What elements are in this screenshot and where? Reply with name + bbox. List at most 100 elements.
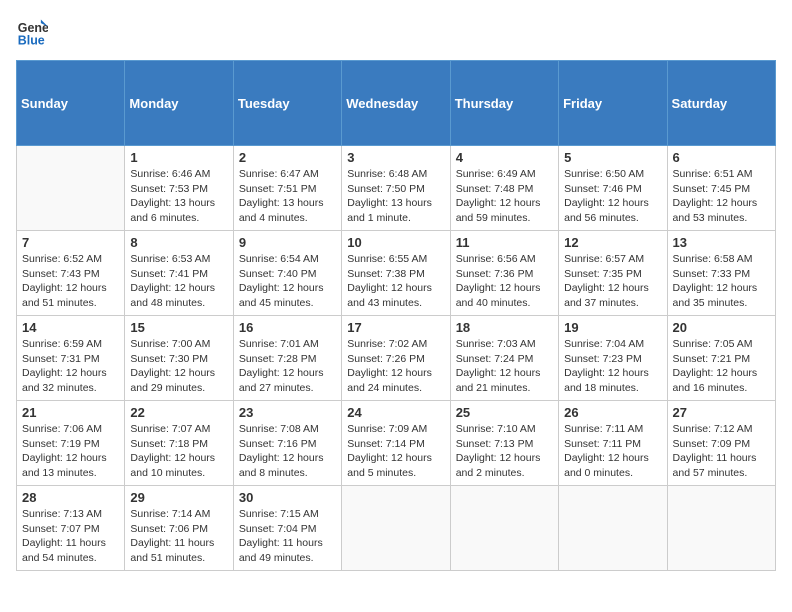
calendar-cell: 16 Sunrise: 7:01 AMSunset: 7:28 PMDayligh… [233,316,341,401]
calendar-cell: 30 Sunrise: 7:15 AMSunset: 7:04 PMDayligh… [233,486,341,571]
day-number: 30 [239,490,336,505]
day-number: 4 [456,150,553,165]
day-info: Sunrise: 6:55 AMSunset: 7:38 PMDaylight:… [347,252,444,311]
calendar-cell: 19Sunrise: 7:04 AMSunset: 7:23 PMDayligh… [559,316,667,401]
calendar-cell: 3 Sunrise: 6:48 AMSunset: 7:50 PMDaylight… [342,146,450,231]
day-number: 7 [22,235,119,250]
calendar-cell: 9 Sunrise: 6:54 AMSunset: 7:40 PMDaylight… [233,231,341,316]
day-info: Sunrise: 7:15 AMSunset: 7:04 PMDaylight:… [239,507,336,566]
day-info: Sunrise: 6:49 AMSunset: 7:48 PMDaylight:… [456,167,553,226]
calendar-cell: 12Sunrise: 6:57 AMSunset: 7:35 PMDayligh… [559,231,667,316]
day-info: Sunrise: 7:01 AMSunset: 7:28 PMDaylight:… [239,337,336,396]
calendar-cell: 14Sunrise: 6:59 AMSunset: 7:31 PMDayligh… [17,316,125,401]
weekday-saturday: Saturday [667,61,775,146]
calendar-week-4: 21 Sunrise: 7:06 AMSunset: 7:19 PMDayligh… [17,401,776,486]
day-info: Sunrise: 7:08 AMSunset: 7:16 PMDaylight:… [239,422,336,481]
day-info: Sunrise: 7:09 AMSunset: 7:14 PMDaylight:… [347,422,444,481]
day-info: Sunrise: 6:52 AMSunset: 7:43 PMDaylight:… [22,252,119,311]
day-info: Sunrise: 6:46 AMSunset: 7:53 PMDaylight:… [130,167,227,226]
day-number: 6 [673,150,770,165]
day-number: 19 [564,320,661,335]
day-info: Sunrise: 6:54 AMSunset: 7:40 PMDaylight:… [239,252,336,311]
calendar-cell [342,486,450,571]
day-info: Sunrise: 7:12 AMSunset: 7:09 PMDaylight:… [673,422,770,481]
calendar-cell: 17 Sunrise: 7:02 AMSunset: 7:26 PMDayligh… [342,316,450,401]
calendar-cell: 7 Sunrise: 6:52 AMSunset: 7:43 PMDaylight… [17,231,125,316]
calendar-cell: 10 Sunrise: 6:55 AMSunset: 7:38 PMDayligh… [342,231,450,316]
calendar-cell: 2 Sunrise: 6:47 AMSunset: 7:51 PMDaylight… [233,146,341,231]
day-info: Sunrise: 6:57 AMSunset: 7:35 PMDaylight:… [564,252,661,311]
day-info: Sunrise: 7:07 AMSunset: 7:18 PMDaylight:… [130,422,227,481]
calendar-week-3: 14Sunrise: 6:59 AMSunset: 7:31 PMDayligh… [17,316,776,401]
day-number: 8 [130,235,227,250]
day-number: 22 [130,405,227,420]
day-info: Sunrise: 7:02 AMSunset: 7:26 PMDaylight:… [347,337,444,396]
day-info: Sunrise: 6:58 AMSunset: 7:33 PMDaylight:… [673,252,770,311]
day-number: 28 [22,490,119,505]
day-number: 9 [239,235,336,250]
calendar-week-2: 7 Sunrise: 6:52 AMSunset: 7:43 PMDaylight… [17,231,776,316]
day-info: Sunrise: 6:50 AMSunset: 7:46 PMDaylight:… [564,167,661,226]
calendar-cell: 27 Sunrise: 7:12 AMSunset: 7:09 PMDayligh… [667,401,775,486]
calendar-cell: 18 Sunrise: 7:03 AMSunset: 7:24 PMDayligh… [450,316,558,401]
weekday-friday: Friday [559,61,667,146]
day-info: Sunrise: 6:59 AMSunset: 7:31 PMDaylight:… [22,337,119,396]
day-number: 24 [347,405,444,420]
day-number: 5 [564,150,661,165]
day-number: 3 [347,150,444,165]
calendar-cell: 28 Sunrise: 7:13 AMSunset: 7:07 PMDayligh… [17,486,125,571]
calendar-cell: 21 Sunrise: 7:06 AMSunset: 7:19 PMDayligh… [17,401,125,486]
day-number: 25 [456,405,553,420]
day-info: Sunrise: 6:53 AMSunset: 7:41 PMDaylight:… [130,252,227,311]
calendar-cell: 13 Sunrise: 6:58 AMSunset: 7:33 PMDayligh… [667,231,775,316]
calendar-cell: 29 Sunrise: 7:14 AMSunset: 7:06 PMDayligh… [125,486,233,571]
calendar-cell: 5 Sunrise: 6:50 AMSunset: 7:46 PMDaylight… [559,146,667,231]
day-info: Sunrise: 7:14 AMSunset: 7:06 PMDaylight:… [130,507,227,566]
weekday-sunday: Sunday [17,61,125,146]
calendar-cell: 1 Sunrise: 6:46 AMSunset: 7:53 PMDaylight… [125,146,233,231]
day-number: 18 [456,320,553,335]
day-info: Sunrise: 7:03 AMSunset: 7:24 PMDaylight:… [456,337,553,396]
day-number: 1 [130,150,227,165]
day-number: 26 [564,405,661,420]
day-info: Sunrise: 7:11 AMSunset: 7:11 PMDaylight:… [564,422,661,481]
calendar-week-5: 28 Sunrise: 7:13 AMSunset: 7:07 PMDayligh… [17,486,776,571]
day-number: 16 [239,320,336,335]
calendar-week-1: 1 Sunrise: 6:46 AMSunset: 7:53 PMDaylight… [17,146,776,231]
day-number: 17 [347,320,444,335]
day-number: 23 [239,405,336,420]
day-number: 29 [130,490,227,505]
day-number: 27 [673,405,770,420]
calendar-cell: 20Sunrise: 7:05 AMSunset: 7:21 PMDayligh… [667,316,775,401]
day-info: Sunrise: 6:48 AMSunset: 7:50 PMDaylight:… [347,167,444,226]
weekday-thursday: Thursday [450,61,558,146]
day-number: 21 [22,405,119,420]
day-info: Sunrise: 7:06 AMSunset: 7:19 PMDaylight:… [22,422,119,481]
day-info: Sunrise: 6:47 AMSunset: 7:51 PMDaylight:… [239,167,336,226]
day-info: Sunrise: 7:05 AMSunset: 7:21 PMDaylight:… [673,337,770,396]
day-info: Sunrise: 7:10 AMSunset: 7:13 PMDaylight:… [456,422,553,481]
day-info: Sunrise: 6:56 AMSunset: 7:36 PMDaylight:… [456,252,553,311]
calendar-cell [667,486,775,571]
day-number: 13 [673,235,770,250]
weekday-wednesday: Wednesday [342,61,450,146]
calendar-table: SundayMondayTuesdayWednesdayThursdayFrid… [16,60,776,571]
calendar-cell: 25 Sunrise: 7:10 AMSunset: 7:13 PMDayligh… [450,401,558,486]
logo: General Blue [16,16,52,48]
calendar-cell: 6 Sunrise: 6:51 AMSunset: 7:45 PMDaylight… [667,146,775,231]
calendar-cell: 22 Sunrise: 7:07 AMSunset: 7:18 PMDayligh… [125,401,233,486]
calendar-cell: 8 Sunrise: 6:53 AMSunset: 7:41 PMDaylight… [125,231,233,316]
calendar-cell: 4 Sunrise: 6:49 AMSunset: 7:48 PMDaylight… [450,146,558,231]
page-header: General Blue [16,16,776,48]
svg-text:Blue: Blue [18,33,45,47]
calendar-cell: 11Sunrise: 6:56 AMSunset: 7:36 PMDayligh… [450,231,558,316]
calendar-cell [17,146,125,231]
day-info: Sunrise: 6:51 AMSunset: 7:45 PMDaylight:… [673,167,770,226]
day-number: 10 [347,235,444,250]
day-info: Sunrise: 7:13 AMSunset: 7:07 PMDaylight:… [22,507,119,566]
calendar-cell: 23 Sunrise: 7:08 AMSunset: 7:16 PMDayligh… [233,401,341,486]
day-number: 2 [239,150,336,165]
weekday-header-row: SundayMondayTuesdayWednesdayThursdayFrid… [17,61,776,146]
weekday-monday: Monday [125,61,233,146]
weekday-tuesday: Tuesday [233,61,341,146]
